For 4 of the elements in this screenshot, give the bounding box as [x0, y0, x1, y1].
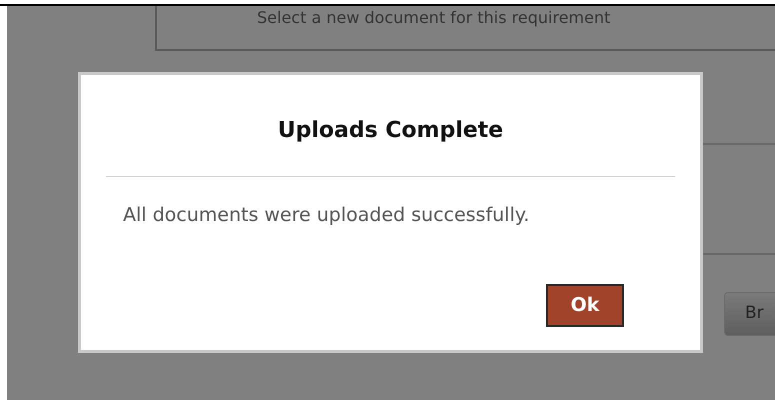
dialog-title: Uploads Complete — [278, 117, 504, 145]
ok-button[interactable]: Ok — [546, 284, 624, 327]
prompt-text: Select a new document for this requirement — [257, 8, 612, 28]
dialog-message: All documents were uploaded successfully. — [123, 203, 530, 228]
